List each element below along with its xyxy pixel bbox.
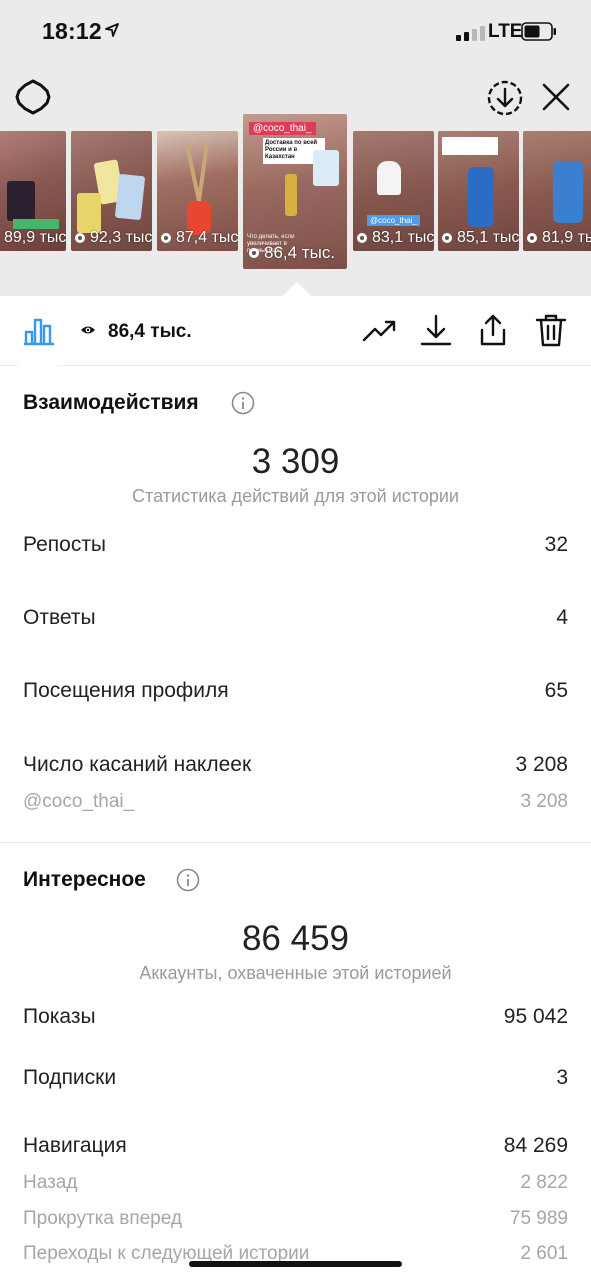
story-thumbnail-strip: 89,9 тыс. 92,3 тыс. 87,4 тыс. @coco_thai… [0, 0, 591, 296]
stat-value: 75 989 [509, 1208, 568, 1229]
interactions-subtitle: Статистика действий для этой истории [132, 486, 459, 506]
interactions-total: 3 309 [251, 442, 340, 481]
story-tag: @coco_thai_ [367, 215, 420, 226]
stat-value: 4 [556, 606, 568, 629]
trash-icon[interactable] [534, 313, 568, 347]
stat-label: Ответы [23, 606, 96, 629]
bar-chart-icon[interactable] [22, 314, 56, 346]
stat-label: Показы [23, 1005, 96, 1028]
story-views: 83,1 тыс. [372, 229, 434, 246]
stat-value: 84 269 [503, 1134, 568, 1157]
interactions-title: Взаимодействия [23, 391, 199, 414]
story-thumbnail-active[interactable]: @coco_thai_ Доставка по всей России и в … [243, 114, 347, 269]
stat-row-replies: Ответы 4 [23, 606, 568, 630]
story-views: 87,4 тыс. [176, 229, 238, 246]
stat-label: Репосты [23, 533, 107, 556]
views-count: 86,4 тыс. [108, 321, 192, 342]
stat-value: 32 [544, 533, 568, 556]
stat-label: Навигация [23, 1134, 127, 1157]
stat-value: 2 822 [520, 1172, 568, 1193]
stat-value: 3 208 [520, 791, 568, 812]
story-views: 89,9 тыс. [4, 229, 66, 246]
stat-row-sticker-account[interactable]: @coco_thai_ 3 208 [23, 791, 568, 813]
trending-up-icon[interactable] [362, 313, 396, 347]
story-thumbnail[interactable]: 89,9 тыс. [0, 131, 66, 251]
stat-label: Подписки [23, 1066, 117, 1089]
stat-value: 65 [544, 679, 568, 702]
stat-label: Число касаний наклеек [23, 753, 252, 776]
section-divider [0, 842, 591, 843]
eye-icon [81, 326, 95, 334]
stat-row-back: Назад 2 822 [23, 1172, 568, 1194]
stat-row-forward: Прокрутка вперед 75 989 [23, 1208, 568, 1230]
stat-value: 3 [556, 1066, 568, 1089]
active-tab-indicator [18, 363, 58, 366]
stat-row-sticker-taps: Число касаний наклеек 3 208 [23, 753, 568, 777]
discovery-total: 86 459 [241, 919, 350, 958]
stat-row-follows: Подписки 3 [23, 1066, 568, 1090]
stat-row-navigation: Навигация 84 269 [23, 1134, 568, 1158]
story-views: 92,3 тыс. [90, 229, 152, 246]
story-tag: @coco_thai_ [249, 122, 316, 135]
stat-label: @coco_thai_ [23, 791, 135, 812]
insights-toolbar: 86,4 тыс. [0, 296, 591, 366]
story-views: 81,9 тыс. [542, 229, 591, 246]
share-icon[interactable] [476, 313, 510, 347]
info-icon[interactable] [231, 391, 255, 415]
download-icon[interactable] [419, 313, 453, 347]
stat-row-impressions: Показы 95 042 [23, 1005, 568, 1029]
discovery-title: Интересное [23, 868, 146, 891]
stat-row-reposts: Репосты 32 [23, 533, 568, 557]
story-thumbnail[interactable]: 92,3 тыс. [71, 131, 152, 251]
stat-value: 95 042 [503, 1005, 568, 1028]
stat-row-profile-visits: Посещения профиля 65 [23, 679, 568, 703]
stat-value: 2 601 [520, 1243, 568, 1264]
story-thumbnail[interactable]: 81,9 тыс. [523, 131, 591, 251]
stat-value: 3 208 [515, 753, 568, 776]
stat-label: Посещения профиля [23, 679, 229, 702]
stat-label: Назад [23, 1172, 78, 1193]
stat-label: Прокрутка вперед [23, 1208, 182, 1229]
story-views: 86,4 тыс. [264, 243, 336, 262]
home-indicator[interactable] [189, 1261, 402, 1267]
story-thumbnail[interactable]: 87,4 тыс. [157, 131, 238, 251]
active-story-pointer [283, 282, 311, 296]
info-icon[interactable] [176, 868, 200, 892]
story-views: 85,1 тыс. [457, 229, 519, 246]
story-thumbnail[interactable]: @coco_thai_ 83,1 тыс. [353, 131, 434, 251]
story-thumbnail[interactable]: 85,1 тыс. [438, 131, 519, 251]
discovery-subtitle: Аккаунты, охваченные этой историей [139, 963, 452, 983]
